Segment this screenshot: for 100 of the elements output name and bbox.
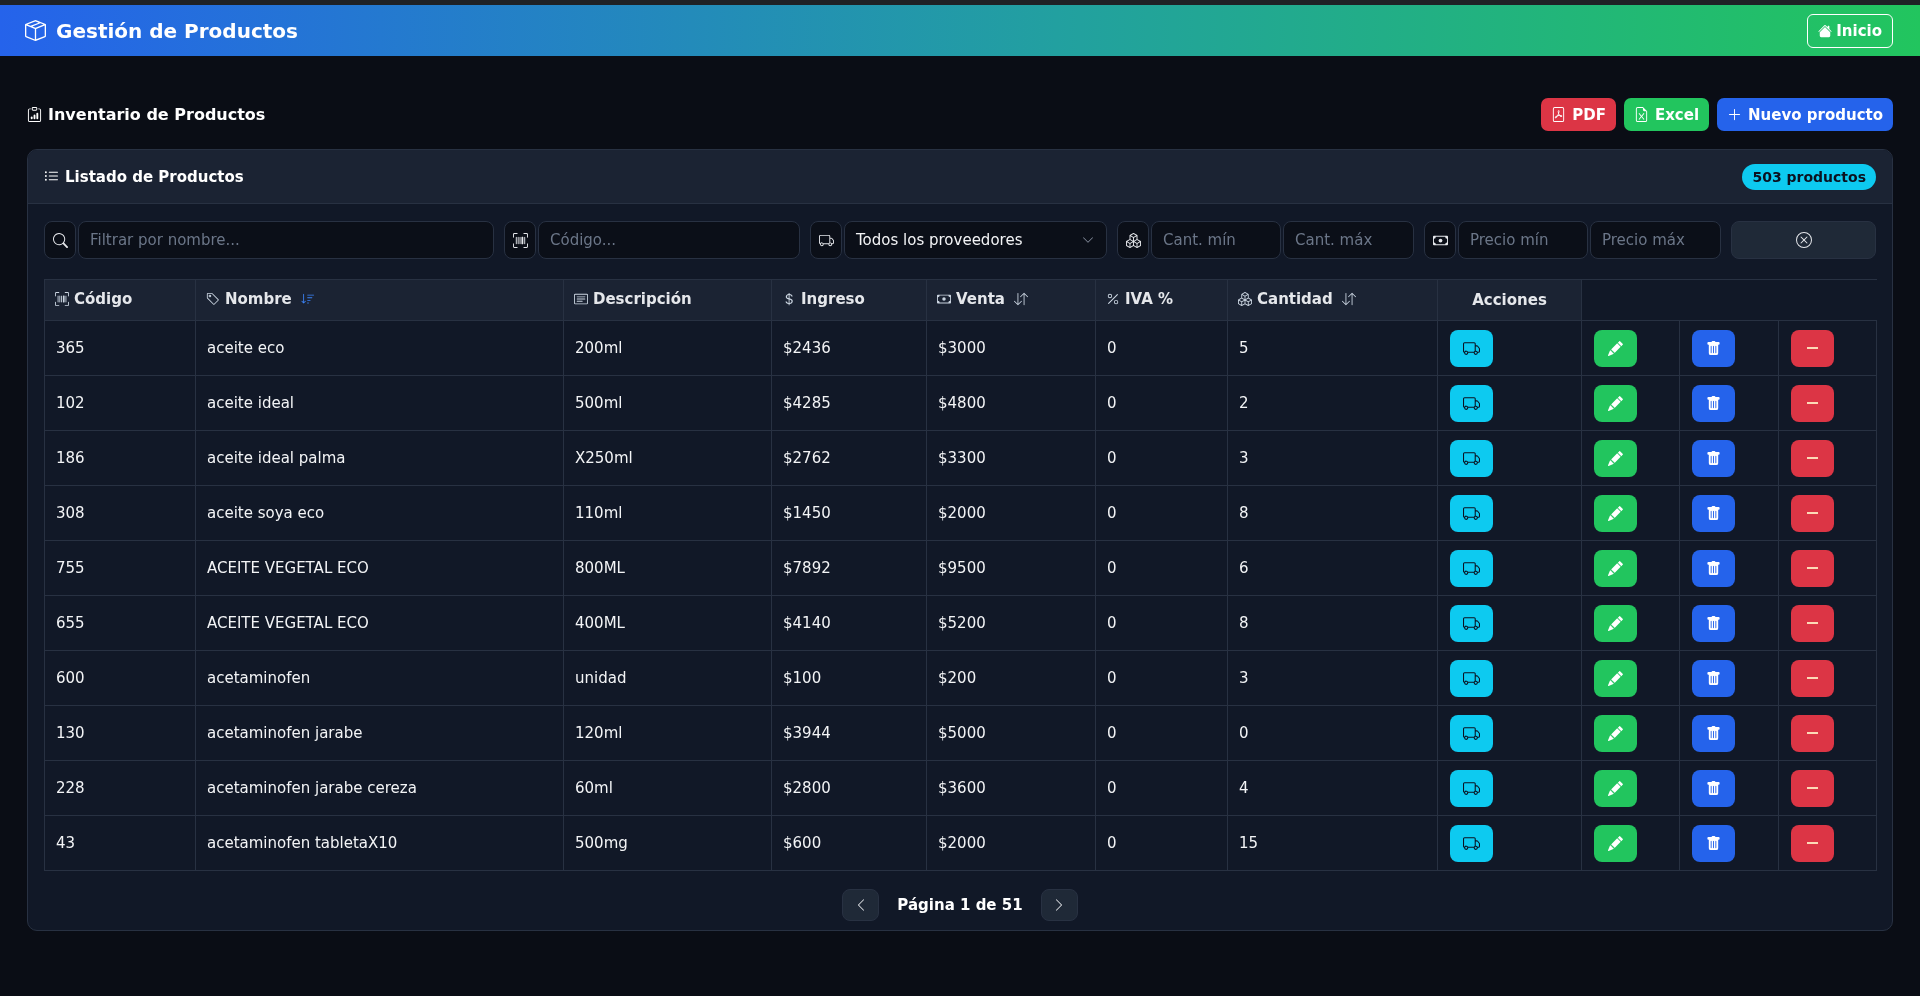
- boxes-icon: [1117, 221, 1149, 259]
- delete-button[interactable]: [1692, 769, 1735, 807]
- decrease-button[interactable]: [1791, 549, 1834, 587]
- edit-button[interactable]: [1594, 439, 1637, 477]
- column-label: Ingreso: [801, 290, 865, 308]
- edit-button[interactable]: [1594, 824, 1637, 862]
- barcode-icon: [55, 292, 69, 306]
- truck-button[interactable]: [1450, 549, 1493, 587]
- banknote-icon: [1424, 221, 1456, 259]
- table-cell: 110ml: [563, 485, 772, 541]
- pencil-icon: [1608, 340, 1623, 356]
- table-cell: $7892: [771, 540, 927, 596]
- table-cell: 102: [44, 375, 196, 431]
- table-cell: $4140: [771, 595, 927, 651]
- pencil-icon: [1608, 615, 1623, 631]
- truck-button[interactable]: [1450, 769, 1493, 807]
- decrease-button[interactable]: [1791, 824, 1834, 862]
- new-product-button[interactable]: Nuevo producto: [1717, 98, 1893, 131]
- decrease-button[interactable]: [1791, 384, 1834, 422]
- input-field[interactable]: Cant. máx: [1283, 221, 1414, 259]
- pdf-button[interactable]: PDF: [1541, 98, 1616, 131]
- edit-button[interactable]: [1594, 384, 1637, 422]
- header-cell[interactable]: Venta: [926, 279, 1096, 321]
- delete-button[interactable]: [1692, 439, 1735, 477]
- sort-down-icon[interactable]: [300, 292, 315, 306]
- list-icon: [44, 169, 59, 184]
- table-cell: 2: [1227, 375, 1438, 431]
- tag-icon: [206, 292, 220, 306]
- minus-icon: [1807, 732, 1818, 734]
- input-field[interactable]: Precio mín: [1458, 221, 1588, 259]
- trash-icon: [1706, 395, 1721, 411]
- decrease-button[interactable]: [1791, 659, 1834, 697]
- boxes-icon: [1238, 292, 1252, 306]
- edit-button[interactable]: [1594, 769, 1637, 807]
- truck-button[interactable]: [1450, 714, 1493, 752]
- pencil-icon: [1608, 505, 1623, 521]
- truck-icon: [1463, 504, 1480, 522]
- input-field[interactable]: Precio máx: [1590, 221, 1721, 259]
- sort-arrows-icon[interactable]: [1013, 292, 1028, 306]
- input-field[interactable]: Filtrar por nombre...: [78, 221, 494, 259]
- delete-button[interactable]: [1692, 824, 1735, 862]
- table-cell: 800ML: [563, 540, 772, 596]
- column-label: Cantidad: [1257, 290, 1333, 308]
- table-cell: $5200: [926, 595, 1096, 651]
- supplier-select[interactable]: Todos los proveedores: [844, 221, 1107, 259]
- truck-button[interactable]: [1450, 384, 1493, 422]
- table-cell: unidad: [563, 650, 772, 706]
- truck-button[interactable]: [1450, 659, 1493, 697]
- delete-button[interactable]: [1692, 384, 1735, 422]
- truck-button[interactable]: [1450, 824, 1493, 862]
- delete-button[interactable]: [1692, 329, 1735, 367]
- trash-icon: [1706, 560, 1721, 576]
- edit-button[interactable]: [1594, 329, 1637, 367]
- table-cell: 5: [1227, 320, 1438, 376]
- truck-button[interactable]: [1450, 329, 1493, 367]
- table-cell: $2436: [771, 320, 927, 376]
- decrease-button[interactable]: [1791, 439, 1834, 477]
- banknote-icon: [937, 292, 951, 306]
- truck-button[interactable]: [1450, 494, 1493, 532]
- column-label: Código: [74, 290, 133, 308]
- decrease-button[interactable]: [1791, 769, 1834, 807]
- edit-button[interactable]: [1594, 604, 1637, 642]
- edit-button[interactable]: [1594, 659, 1637, 697]
- edit-button[interactable]: [1594, 549, 1637, 587]
- header-cell[interactable]: Cantidad: [1227, 279, 1438, 321]
- table-cell: 3: [1227, 650, 1438, 706]
- search-icon: [44, 221, 76, 259]
- column-label: Descripción: [593, 290, 692, 308]
- pencil-icon: [1608, 725, 1623, 741]
- table-cell: $200: [926, 650, 1096, 706]
- table-cell: $1450: [771, 485, 927, 541]
- decrease-button[interactable]: [1791, 714, 1834, 752]
- decrease-button[interactable]: [1791, 494, 1834, 532]
- table-cell: 130: [44, 705, 196, 761]
- table-cell: 0: [1095, 540, 1228, 596]
- text-card-icon: [574, 292, 588, 306]
- decrease-button[interactable]: [1791, 329, 1834, 367]
- decrease-button[interactable]: [1791, 604, 1834, 642]
- sort-arrows-icon[interactable]: [1341, 292, 1356, 306]
- delete-button[interactable]: [1692, 604, 1735, 642]
- table-cell: 0: [1095, 320, 1228, 376]
- spreadsheet-file-icon: [1633, 107, 1649, 122]
- input-field[interactable]: Código...: [538, 221, 800, 259]
- input-field[interactable]: Cant. mín: [1151, 221, 1281, 259]
- delete-button[interactable]: [1692, 549, 1735, 587]
- truck-button[interactable]: [1450, 439, 1493, 477]
- truck-button[interactable]: [1450, 604, 1493, 642]
- delete-button[interactable]: [1692, 659, 1735, 697]
- delete-button[interactable]: [1692, 714, 1735, 752]
- table-cell: 4: [1227, 760, 1438, 816]
- table-cell: aceite ideal palma: [195, 430, 564, 486]
- table-cell: $5000: [926, 705, 1096, 761]
- edit-button[interactable]: [1594, 714, 1637, 752]
- table-cell: $3600: [926, 760, 1096, 816]
- table-cell: aceite eco: [195, 320, 564, 376]
- edit-button[interactable]: [1594, 494, 1637, 532]
- header-cell[interactable]: Nombre: [195, 279, 564, 321]
- table-cell: 228: [44, 760, 196, 816]
- delete-button[interactable]: [1692, 494, 1735, 532]
- table-cell: 0: [1095, 485, 1228, 541]
